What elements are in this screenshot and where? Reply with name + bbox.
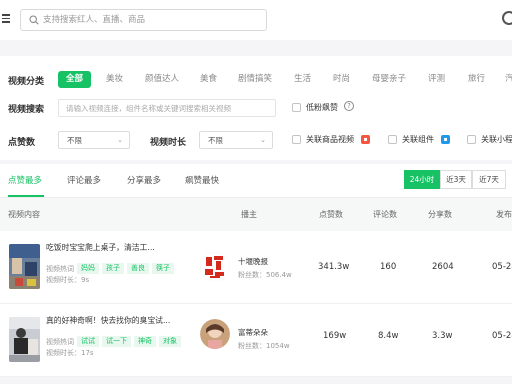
likes-select[interactable]: 不限 ⌄ (58, 131, 130, 149)
filter-panel: 视频分类 全部 美妆 颜值达人 美食 剧情搞笑 生活 时尚 母婴亲子 评测 旅行… (0, 56, 512, 160)
tab-fastest-likes[interactable]: 飙赞最快 (185, 174, 219, 186)
hotword-tag[interactable]: 试试 (77, 336, 99, 347)
hotword-tag[interactable]: 善良 (127, 263, 149, 274)
shares-count: 2604 (432, 262, 454, 272)
related-component-label: 关联组件 (402, 135, 434, 144)
video-duration: 视频时长：9s (46, 275, 89, 285)
user-icon[interactable] (502, 11, 512, 25)
component-badge-icon: ▪ (441, 135, 450, 144)
duration-select-value: 不限 (208, 136, 223, 145)
range-3d-button[interactable]: 近3天 (440, 170, 472, 189)
anchor-fans: 粉丝数：506.4w (238, 271, 292, 279)
avatar[interactable] (200, 319, 230, 349)
likes-select-value: 不限 (67, 136, 82, 145)
category-food[interactable]: 美食 (200, 71, 217, 88)
video-search-label: 视频搜索 (8, 105, 45, 115)
chevron-down-icon: ⌄ (117, 136, 123, 144)
tab-most-comments[interactable]: 评论最多 (67, 174, 101, 186)
th-likes[interactable]: 点赞数 (319, 209, 343, 220)
category-looks[interactable]: 颜值达人 (145, 71, 179, 88)
tab-most-likes[interactable]: 点赞最多 (8, 174, 42, 186)
video-hotwords: 视频热词 试试 试一下 神奇 对象 (46, 331, 184, 347)
duration-prefix: 视频时长： (46, 276, 81, 284)
related-product-checkbox[interactable] (292, 135, 301, 144)
search-icon (29, 15, 39, 25)
category-fashion[interactable]: 时尚 (333, 71, 350, 88)
range-24h-button[interactable]: 24小时 (404, 170, 440, 189)
hotwords-label: 视频热词 (46, 337, 74, 346)
duration-prefix: 视频时长： (46, 349, 81, 357)
video-title[interactable]: 真的好神奇啊！快去找你的臭宝试... (46, 315, 171, 326)
likes-label: 点赞数 (8, 138, 36, 148)
hotword-tag[interactable]: 对象 (159, 336, 181, 347)
related-mini-label: 关联小程 (481, 135, 512, 144)
publish-date: 05-28 (492, 262, 512, 272)
range-7d-button[interactable]: 近7天 (472, 170, 506, 189)
menu-icon[interactable] (2, 14, 12, 23)
comments-count: 8.4w (378, 331, 399, 341)
low-fan-label: 低粉飙赞 (306, 103, 338, 112)
likes-count: 169w (323, 331, 347, 341)
video-search-input[interactable] (58, 99, 276, 117)
hotword-tag[interactable]: 神奇 (134, 336, 156, 347)
anchor-fans: 粉丝数：1054w (238, 342, 290, 350)
category-auto[interactable]: 汽 (505, 71, 512, 88)
search-input[interactable] (43, 12, 258, 28)
duration-value: 17s (81, 349, 94, 357)
hotwords-label: 视频热词 (46, 264, 74, 273)
th-comments[interactable]: 评论数 (373, 209, 397, 220)
category-comedy[interactable]: 剧情搞笑 (238, 71, 272, 88)
duration-label: 视频时长 (150, 138, 187, 148)
duration-value: 9s (81, 276, 90, 284)
video-thumbnail[interactable] (9, 244, 40, 289)
avatar[interactable] (200, 252, 230, 282)
th-video-content: 视频内容 (8, 210, 40, 219)
help-icon[interactable]: ? (344, 101, 354, 111)
hotword-tag[interactable]: 妈妈 (77, 263, 99, 274)
category-beauty[interactable]: 美妆 (106, 71, 123, 88)
category-review[interactable]: 评测 (428, 71, 445, 88)
table-row[interactable]: 真的好神奇啊！快去找你的臭宝试... 视频热词 试试 试一下 神奇 对象 视频时长：17… (0, 304, 512, 377)
category-parenting[interactable]: 母婴亲子 (372, 71, 406, 88)
th-anchor: 播主 (241, 210, 257, 219)
hotword-tag[interactable]: 孩子 (102, 263, 124, 274)
active-tab-indicator (8, 195, 44, 197)
category-all[interactable]: 全部 (58, 71, 92, 88)
top-bar (0, 0, 512, 40)
video-category-label: 视频分类 (8, 77, 45, 87)
th-shares[interactable]: 分享数 (428, 209, 452, 220)
table-row[interactable]: 吃饭时宝宝爬上桌子，清洁工... 视频热词 妈妈 孩子 善良 筷子 视频时长：9s 十堰… (0, 231, 512, 304)
related-mini-checkbox[interactable] (467, 135, 476, 144)
hotword-tag[interactable]: 试一下 (102, 336, 131, 347)
search-box[interactable] (20, 9, 267, 31)
video-title[interactable]: 吃饭时宝宝爬上桌子，清洁工... (46, 242, 171, 253)
product-badge-icon: ▪ (361, 135, 370, 144)
video-duration: 视频时长：17s (46, 348, 94, 358)
anchor-name[interactable]: 十堰晚报 (238, 256, 268, 267)
publish-date: 05-28 (492, 331, 512, 341)
th-publish[interactable]: 发布 (496, 209, 512, 220)
video-thumbnail[interactable] (9, 317, 40, 362)
category-life[interactable]: 生活 (294, 71, 311, 88)
category-travel[interactable]: 旅行 (468, 71, 485, 88)
anchor-name[interactable]: 富蒂朵朵 (238, 327, 268, 338)
shares-count: 3.3w (432, 331, 453, 341)
likes-count: 341.3w (318, 262, 350, 272)
related-product-label: 关联商品视频 (306, 135, 354, 144)
sort-tabs-bar: 点赞最多 评论最多 分享最多 飙赞最快 24小时 近3天 近7天 (0, 164, 512, 198)
duration-select[interactable]: 不限 ⌄ (199, 131, 273, 149)
table-header: 视频内容 播主 点赞数 评论数 分享数 发布 (0, 199, 512, 230)
video-hotwords: 视频热词 妈妈 孩子 善良 筷子 (46, 258, 177, 274)
low-fan-checkbox[interactable] (292, 103, 301, 112)
page: 视频分类 全部 美妆 颜值达人 美食 剧情搞笑 生活 时尚 母婴亲子 评测 旅行… (0, 0, 512, 384)
chevron-down-icon: ⌄ (260, 136, 266, 144)
tab-most-shares[interactable]: 分享最多 (127, 174, 161, 186)
comments-count: 160 (380, 262, 397, 272)
hotword-tag[interactable]: 筷子 (152, 263, 174, 274)
related-component-checkbox[interactable] (388, 135, 397, 144)
